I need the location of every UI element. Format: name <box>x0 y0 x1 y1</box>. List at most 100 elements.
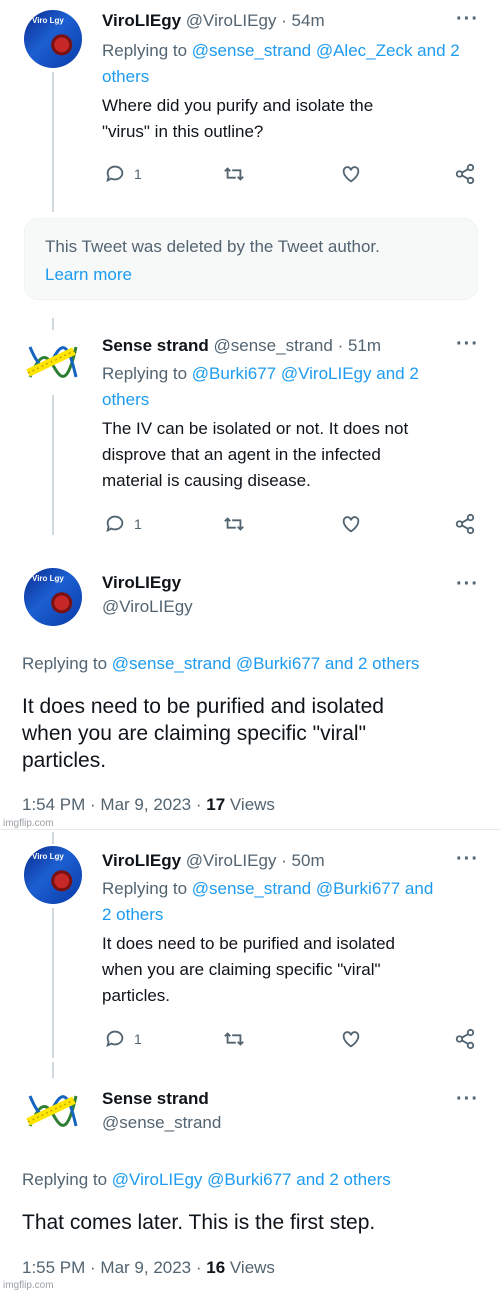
avatar[interactable]: Viro Lgy <box>24 846 82 904</box>
display-name[interactable]: Sense strand <box>102 1089 221 1109</box>
reply-action[interactable]: 1 <box>104 1028 142 1050</box>
tweet-text-line: particles. <box>102 986 171 1005</box>
more-dots-icon[interactable]: ··· <box>456 573 479 596</box>
thread-line <box>52 908 54 1058</box>
display-name[interactable]: ViroLIEgy <box>102 11 181 30</box>
heart-icon[interactable] <box>340 513 362 535</box>
action-bar: 1 <box>104 163 476 187</box>
more-dots-icon[interactable]: ··· <box>456 8 479 31</box>
reply-bubble-icon <box>106 165 124 183</box>
display-name[interactable]: Sense strand <box>102 336 209 355</box>
tweet-text: That comes later. This is the first step… <box>22 1211 376 1234</box>
display-name[interactable]: ViroLIEgy <box>102 851 181 870</box>
avatar[interactable]: Viro Lgy <box>24 10 82 68</box>
tweet-text-line: material is causing disease. <box>102 471 311 490</box>
reply-bubble-icon <box>106 1030 124 1048</box>
avatar[interactable] <box>24 1082 82 1140</box>
replying-to-links[interactable]: @sense_strand @Burki677 and 2 others <box>112 654 420 673</box>
avatar-logo-text: Viro Lgy <box>32 574 64 583</box>
tweet-text: It does need to be purified and isolated… <box>22 693 482 774</box>
replying-to-label: Replying to <box>102 364 192 383</box>
tweet-text: Where did you purify and isolate the "vi… <box>102 93 482 145</box>
user-handle[interactable]: @ViroLIEgy <box>186 11 277 30</box>
replying-to: Replying to @Burki677 @ViroLIEgy and 2 o… <box>102 361 482 413</box>
replying-to-label: Replying to <box>22 654 112 673</box>
action-bar: 1 <box>104 513 476 537</box>
more-dots-icon[interactable]: ··· <box>456 333 479 356</box>
heart-icon[interactable] <box>340 163 362 185</box>
views-count: 17 <box>206 795 226 814</box>
reply-bubble-icon <box>106 515 124 533</box>
tweet-text-line: "virus" in this outline? <box>102 122 264 141</box>
heart-icon[interactable] <box>340 1028 362 1050</box>
reply-action[interactable]: 1 <box>104 513 142 535</box>
tweet-header: Sense strand @sense_strand · 51m <box>102 335 381 356</box>
tweet-text-line: It does need to be purified and isolated <box>22 695 384 718</box>
avatar-logo-text: Viro Lgy <box>32 16 64 25</box>
watermark: imgflip.com <box>3 1280 54 1291</box>
deleted-tweet-notice: This Tweet was deleted by the Tweet auth… <box>24 218 478 300</box>
deleted-text: This Tweet was deleted by the Tweet auth… <box>45 237 380 256</box>
tweet-header: ViroLIEgy @ViroLIEgy <box>102 573 193 617</box>
watermark: imgflip.com <box>3 818 54 829</box>
user-handle[interactable]: @ViroLIEgy <box>186 851 277 870</box>
tweet-text: It does need to be purified and isolated… <box>102 931 487 1009</box>
thread-line <box>52 1062 54 1078</box>
action-bar: 1 <box>104 1028 476 1052</box>
dna-logo-icon <box>26 346 78 378</box>
tweet-text-line: when you are claiming specific "viral" <box>22 722 367 745</box>
tweet-time[interactable]: · 50m <box>281 851 324 870</box>
tweet-time[interactable]: · 51m <box>338 336 381 355</box>
learn-more-link[interactable]: Learn more <box>45 261 457 289</box>
avatar[interactable]: Viro Lgy <box>24 568 82 626</box>
avatar[interactable] <box>24 333 82 391</box>
retweet-icon[interactable] <box>222 513 246 535</box>
display-name[interactable]: ViroLIEgy <box>102 573 193 593</box>
replying-to-links[interactable]: others <box>102 387 482 413</box>
tweet-time[interactable]: · 54m <box>281 11 324 30</box>
replying-to-links[interactable]: @sense_strand @Burki677 and <box>192 879 434 898</box>
reply-count: 1 <box>134 516 142 532</box>
reply-action[interactable]: 1 <box>104 163 142 185</box>
views-label: Views <box>225 1258 275 1277</box>
replying-to-label: Replying to <box>22 1170 112 1189</box>
share-icon[interactable] <box>454 163 476 185</box>
screenshot-divider <box>0 829 500 830</box>
replying-to: Replying to @sense_strand @Burki677 and … <box>102 876 487 928</box>
share-icon[interactable] <box>454 1028 476 1050</box>
tweet-header: Sense strand @sense_strand <box>102 1089 221 1133</box>
replying-to: Replying to @sense_strand @Alec_Zeck and… <box>102 38 472 90</box>
tweet-text-line: particles. <box>22 749 107 772</box>
tweet-text-line: disprove that an agent in the infected <box>102 445 381 464</box>
replying-to-label: Replying to <box>102 41 192 60</box>
user-handle[interactable]: @sense_strand <box>214 336 333 355</box>
tweet-text: The IV can be isolated or not. It does n… <box>102 416 487 494</box>
user-handle[interactable]: @sense_strand <box>102 1113 221 1133</box>
replying-to: Replying to @sense_strand @Burki677 and … <box>22 652 419 676</box>
tweet-text-line: Where did you purify and isolate the <box>102 96 374 115</box>
tweet-header: ViroLIEgy @ViroLIEgy · 54m <box>102 10 325 31</box>
replying-to-links[interactable]: 2 others <box>102 902 487 928</box>
views-label: Views <box>225 795 275 814</box>
tweet-text-line: The IV can be isolated or not. It does n… <box>102 419 409 438</box>
tweet-text-line: It does need to be purified and isolated <box>102 934 395 953</box>
more-dots-icon[interactable]: ··· <box>456 848 479 871</box>
replying-to: Replying to @ViroLIEgy @Burki677 and 2 o… <box>22 1168 391 1192</box>
reply-count: 1 <box>134 166 142 182</box>
views-count: 16 <box>206 1258 226 1277</box>
user-handle[interactable]: @ViroLIEgy <box>102 597 193 617</box>
avatar-logo-text: Viro Lgy <box>32 852 64 861</box>
tweet-header: ViroLIEgy @ViroLIEgy · 50m <box>102 850 325 871</box>
more-dots-icon[interactable]: ··· <box>456 1088 479 1111</box>
thread-line <box>52 318 54 330</box>
tweet-timestamp: 1:54 PM · Mar 9, 2023 · 17 Views <box>22 795 275 815</box>
thread-line <box>52 72 54 212</box>
retweet-icon[interactable] <box>222 163 246 185</box>
timestamp-text[interactable]: 1:55 PM · Mar 9, 2023 · <box>22 1258 206 1277</box>
retweet-icon[interactable] <box>222 1028 246 1050</box>
share-icon[interactable] <box>454 513 476 535</box>
timestamp-text[interactable]: 1:54 PM · Mar 9, 2023 · <box>22 795 206 814</box>
replying-to-links[interactable]: @Burki677 @ViroLIEgy and 2 <box>192 364 419 383</box>
replying-to-links[interactable]: @ViroLIEgy @Burki677 and 2 others <box>112 1170 391 1189</box>
tweet-timestamp: 1:55 PM · Mar 9, 2023 · 16 Views <box>22 1258 275 1278</box>
